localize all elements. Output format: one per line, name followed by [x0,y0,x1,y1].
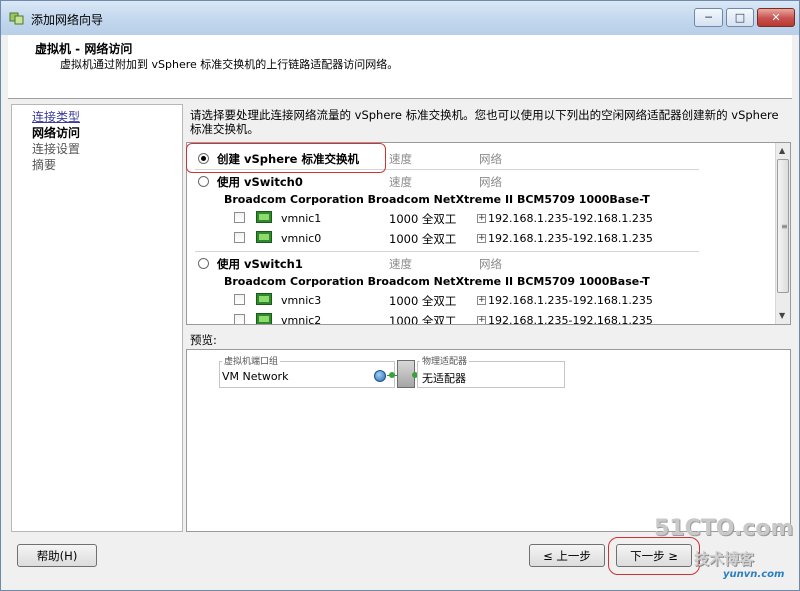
expand-icon[interactable]: + [477,296,486,305]
nic-speed: 1000 全双工 [389,212,457,226]
globe-icon [374,370,386,382]
network-column-header: 网络 [479,175,502,189]
vswitch0-radio[interactable] [198,176,209,187]
nic-icon [256,231,272,243]
vswitch1-radio[interactable] [198,258,209,269]
wizard-steps: 连接类型 网络访问 连接设置 摘要 [11,104,183,532]
highlight-annotation [608,537,700,575]
expand-icon[interactable]: + [477,214,486,223]
title-bar[interactable]: 添加网络向导 ─ □ ✕ [1,1,799,35]
watermark-sub: 技术博客 [694,550,755,568]
grip-icon: ≡ [781,222,788,231]
adapter-caption: 物理适配器 [420,354,470,367]
maximize-button[interactable]: □ [726,8,754,27]
step-connection-type[interactable]: 连接类型 [32,108,80,125]
help-button[interactable]: 帮助(H) [17,544,97,567]
preview-label: 预览: [190,333,217,347]
vswitch1-label[interactable]: 使用 vSwitch1 [217,256,303,272]
adapter-name: Broadcom Corporation Broadcom NetXtreme … [224,193,650,206]
nic-icon [256,293,272,305]
wizard-header: 虚拟机 - 网络访问 虚拟机通过附加到 vSphere 标准交换机的上行链路适配… [8,35,792,99]
back-button[interactable]: ≤ 上一步 [529,544,605,567]
adapter-name: Broadcom Corporation Broadcom NetXtreme … [224,275,650,288]
separator [195,251,699,252]
nic-icon [256,313,272,324]
scroll-thumb[interactable]: ≡ [777,159,789,293]
speed-column-header: 速度 [389,257,412,271]
nic-speed: 1000 全双工 [389,232,457,246]
scroll-down-icon[interactable]: ▼ [779,311,785,320]
wizard-content: 请选择要处理此连接网络流量的 vSphere 标准交换机。您也可以使用以下列出的… [186,104,791,532]
preview-pane: VM Network 虚拟机端口组 无适配器 物理适配器 [186,349,791,532]
adapter-value: 无适配器 [422,372,466,385]
vmnic0-checkbox[interactable] [234,232,245,243]
page-title: 虚拟机 - 网络访问 [35,42,133,56]
step-connection-settings: 连接设置 [32,142,81,156]
vswitch0-label[interactable]: 使用 vSwitch0 [217,174,303,190]
network-column-header: 网络 [479,152,502,166]
highlight-annotation [186,143,386,173]
vmnic1-checkbox[interactable] [234,212,245,223]
nic-speed: 1000 全双工 [389,314,457,325]
nic-network: 192.168.1.235-192.168.1.235 [488,294,653,307]
step-network-access: 网络访问 [32,126,81,140]
network-wizard-icon [9,12,24,25]
speed-column-header: 速度 [389,152,412,166]
page-subtitle: 虚拟机通过附加到 vSphere 标准交换机的上行链路适配器访问网络。 [60,58,399,71]
vmnic2-checkbox[interactable] [234,314,245,324]
portgroup-caption: 虚拟机端口组 [222,354,281,367]
list-scrollbar[interactable]: ▲ ≡ ▼ [775,143,790,324]
expand-icon[interactable]: + [477,316,486,324]
speed-column-header: 速度 [389,175,412,189]
close-button[interactable]: ✕ [757,8,795,27]
nic-name: vmnic2 [281,314,322,325]
nic-network: 192.168.1.235-192.168.1.235 [488,232,653,245]
description-text: 请选择要处理此连接网络流量的 vSphere 标准交换机。您也可以使用以下列出的… [190,108,779,136]
network-column-header: 网络 [479,257,502,271]
nic-name: vmnic3 [281,294,322,307]
vmnic3-checkbox[interactable] [234,294,245,305]
portgroup-name: VM Network [222,370,289,383]
nic-speed: 1000 全双工 [389,294,457,308]
watermark-site: yunvn.com [723,569,785,580]
watermark-main: 51CTO.com [654,516,794,541]
nic-network: 192.168.1.235-192.168.1.235 [488,212,653,225]
window-title: 添加网络向导 [31,13,104,27]
minimize-button[interactable]: ─ [694,8,723,27]
nic-icon [256,211,272,223]
nic-name: vmnic1 [281,212,322,225]
port-dot [389,372,395,378]
scroll-up-icon[interactable]: ▲ [779,146,785,155]
expand-icon[interactable]: + [477,234,486,243]
nic-name: vmnic0 [281,232,322,245]
nic-network: 192.168.1.235-192.168.1.235 [488,314,653,325]
step-summary: 摘要 [32,158,57,172]
wizard-window: 添加网络向导 ─ □ ✕ 虚拟机 - 网络访问 虚拟机通过附加到 vSphere… [0,0,800,591]
